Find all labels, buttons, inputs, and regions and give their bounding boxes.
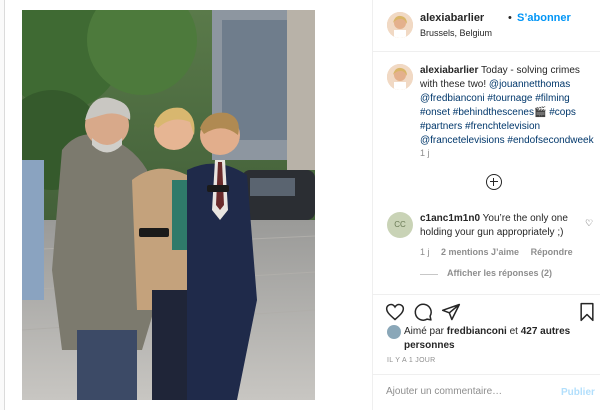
comment-likes-count[interactable]: 2 mentions J’aime bbox=[441, 247, 519, 257]
mention-link[interactable]: @francetelevisions bbox=[420, 135, 505, 146]
commenter-avatar[interactable]: CC bbox=[387, 212, 413, 238]
reply-button[interactable]: Répondre bbox=[531, 247, 573, 257]
comment: c1anc1m1n0 You’re the only one holding y… bbox=[420, 212, 580, 240]
author-username[interactable]: alexiabarlier bbox=[420, 12, 484, 24]
clapper-emoji: 🎬 bbox=[533, 107, 547, 118]
view-replies-button[interactable]: Afficher les réponses (2) bbox=[447, 268, 552, 278]
comment-like-icon[interactable]: ♡ bbox=[585, 218, 593, 229]
post-photo[interactable] bbox=[5, 0, 372, 410]
post-caption: alexiabarlier Today - solving crimes wit… bbox=[420, 64, 596, 148]
post-sidebar: alexiabarlier • S’abonner Brussels, Belg… bbox=[372, 0, 600, 410]
separator-dot: • bbox=[508, 12, 512, 24]
comment-time[interactable]: 1 j bbox=[420, 247, 430, 257]
add-comment-input[interactable] bbox=[386, 386, 536, 397]
mention-link[interactable]: @jouannetthomas bbox=[489, 79, 570, 90]
publish-button[interactable]: Publier bbox=[561, 387, 595, 398]
commenter-avatar-initials: CC bbox=[394, 220, 406, 229]
mention-link[interactable]: @fredbianconi bbox=[420, 93, 485, 104]
post-header: alexiabarlier • S’abonner Brussels, Belg… bbox=[373, 0, 600, 52]
replies-divider bbox=[420, 274, 438, 275]
hashtag-links[interactable]: #endofsecondweek bbox=[505, 135, 593, 146]
author-avatar-image bbox=[387, 12, 413, 38]
post-location[interactable]: Brussels, Belgium bbox=[420, 28, 492, 38]
liked-by-prefix: Aimé par bbox=[404, 326, 447, 337]
caption-time[interactable]: 1 j bbox=[420, 148, 430, 158]
actions-divider bbox=[373, 294, 600, 295]
add-comment-bar: Publier bbox=[373, 374, 600, 410]
author-avatar[interactable] bbox=[387, 12, 413, 38]
liked-by: Aimé par fredbianconi et 427 autres pers… bbox=[404, 325, 594, 353]
liked-by-user[interactable]: fredbianconi bbox=[447, 326, 507, 337]
bookmark-icon[interactable] bbox=[578, 302, 596, 327]
caption-avatar[interactable] bbox=[387, 64, 413, 90]
heart-icon[interactable] bbox=[385, 302, 405, 327]
comment-meta: 1 j 2 mentions J’aime Répondre bbox=[420, 247, 582, 257]
commenter-username[interactable]: c1anc1m1n0 bbox=[420, 213, 480, 224]
liked-by-middle: et bbox=[506, 326, 521, 337]
post-timestamp[interactable]: IL Y A 1 JOUR bbox=[387, 357, 436, 364]
plus-circle-icon[interactable] bbox=[486, 174, 502, 190]
liker-avatar[interactable] bbox=[387, 325, 401, 339]
comment-icon[interactable] bbox=[413, 302, 433, 327]
post-photo-image bbox=[22, 10, 315, 400]
instagram-post: alexiabarlier • S’abonner Brussels, Belg… bbox=[4, 0, 600, 410]
follow-button[interactable]: S’abonner bbox=[517, 12, 571, 24]
caption-avatar-image bbox=[387, 64, 413, 90]
paper-plane-icon[interactable] bbox=[441, 302, 461, 327]
caption-username[interactable]: alexiabarlier bbox=[420, 65, 478, 76]
